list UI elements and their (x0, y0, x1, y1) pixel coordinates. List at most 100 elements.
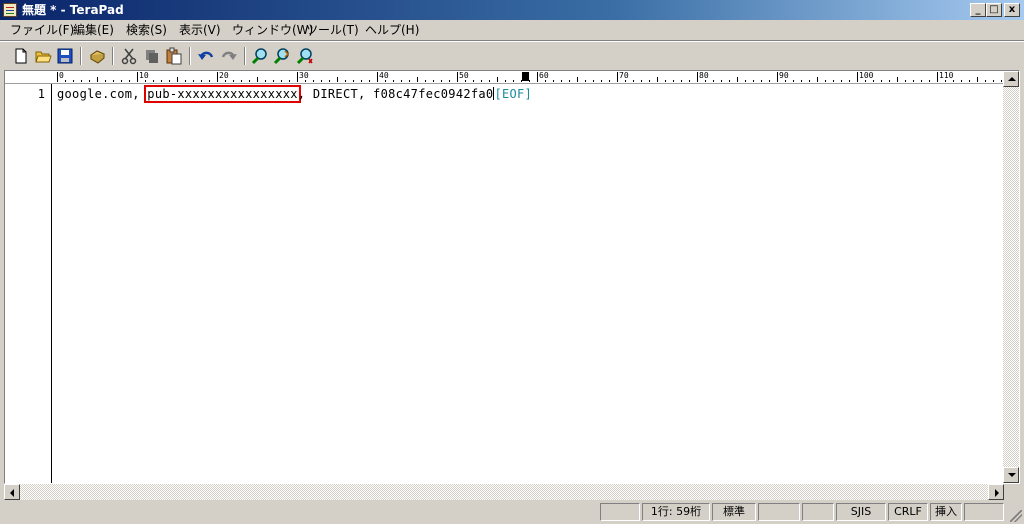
status-pane-empty (600, 503, 640, 521)
ruler-tick (241, 80, 242, 82)
column-ruler: 0 10 20 30 40 50 60 70 80 90 100 110 (5, 71, 1003, 84)
ruler-tick (945, 80, 946, 82)
ruler-label: 110 (939, 71, 954, 80)
ruler-tick (145, 80, 146, 82)
ruler-tick (545, 80, 546, 82)
ruler-tick (601, 80, 602, 82)
ruler-tick (921, 80, 922, 82)
ruler-tick (353, 80, 354, 82)
status-encoding[interactable]: SJIS (836, 503, 886, 521)
ruler-tick (985, 80, 986, 82)
menu-file[interactable]: ファイル(F) (10, 23, 74, 38)
ruler-tick (529, 80, 530, 82)
text-segment: google.com, (57, 87, 148, 101)
ruler-tick (105, 80, 106, 82)
ruler-tick (305, 80, 306, 82)
menu-help[interactable]: ヘルプ(H) (365, 23, 419, 38)
ruler-tick (913, 80, 914, 82)
ruler-cursor-marker (522, 72, 529, 81)
ruler-tick (113, 80, 114, 82)
ruler-label: 100 (859, 71, 874, 80)
scroll-right-button[interactable] (988, 484, 1004, 500)
ruler-tick (185, 80, 186, 82)
ruler-tick (793, 80, 794, 82)
ruler-tick (137, 72, 138, 82)
copy-icon[interactable] (143, 47, 161, 65)
ruler-tick (257, 77, 258, 82)
title-bar[interactable]: 無題 * - TeraPad _ □ x (0, 0, 1024, 20)
print-icon[interactable] (88, 47, 106, 65)
ruler-label: 90 (779, 71, 789, 80)
ruler-tick (289, 80, 290, 82)
menu-window[interactable]: ウィンドウ(W) (232, 23, 313, 38)
redo-icon[interactable] (220, 47, 238, 65)
toolbar-separator (80, 47, 82, 65)
open-folder-icon[interactable] (34, 47, 52, 65)
ruler-tick (705, 80, 706, 82)
find-icon[interactable] (251, 47, 269, 65)
ruler-tick (745, 80, 746, 82)
ruler-tick (929, 80, 930, 82)
scroll-up-button[interactable] (1003, 71, 1019, 87)
ruler-tick (761, 80, 762, 82)
minimize-button[interactable]: _ (970, 3, 986, 17)
ruler-tick (721, 80, 722, 82)
ruler-tick (449, 80, 450, 82)
ruler-label: 60 (539, 71, 549, 80)
status-insert-mode[interactable]: 挿入 (930, 503, 962, 521)
ruler-tick (617, 72, 618, 82)
ruler-tick (177, 77, 178, 82)
text-editor[interactable]: google.com, pub-xxxxxxxxxxxxxxxx, DIRECT… (57, 85, 532, 103)
ruler-tick (65, 80, 66, 82)
terapad-app-icon[interactable] (3, 3, 17, 17)
ruler-tick (633, 80, 634, 82)
menu-view[interactable]: 表示(V) (179, 23, 221, 38)
ruler-tick (97, 77, 98, 82)
ruler-tick (281, 80, 282, 82)
ruler-tick (193, 80, 194, 82)
status-pane-empty (964, 503, 1004, 521)
cut-icon[interactable] (120, 47, 138, 65)
status-line-ending[interactable]: CRLF (888, 503, 928, 521)
ruler-tick (889, 80, 890, 82)
scroll-left-button[interactable] (4, 484, 20, 500)
replace-icon[interactable] (296, 47, 314, 65)
ruler-tick (401, 80, 402, 82)
ruler-tick (897, 77, 898, 82)
ruler-tick (433, 80, 434, 82)
close-button[interactable]: x (1004, 3, 1020, 17)
menu-search[interactable]: 検索(S) (126, 23, 167, 38)
ruler-tick (409, 80, 410, 82)
ruler-tick (497, 77, 498, 82)
resize-grip-icon[interactable] (1010, 510, 1022, 522)
ruler-label: 0 (59, 71, 64, 80)
menu-tools[interactable]: ツール(T) (306, 23, 359, 38)
maximize-button[interactable]: □ (986, 3, 1002, 17)
line-number: 1 (37, 87, 45, 101)
ruler-tick (561, 80, 562, 82)
ruler-tick (569, 80, 570, 82)
save-icon[interactable] (56, 47, 74, 65)
ruler-tick (169, 80, 170, 82)
vertical-scrollbar[interactable] (1003, 71, 1019, 483)
ruler-tick (225, 80, 226, 82)
new-file-icon[interactable] (12, 47, 30, 65)
undo-icon[interactable] (197, 47, 215, 65)
terapad-window: 無題 * - TeraPad _ □ x ファイル(F) 編集(E) 検索(S)… (0, 0, 1024, 524)
menu-edit[interactable]: 編集(E) (73, 23, 114, 38)
text-segment: , DIRECT, f08c47fec0942fa0 (297, 87, 494, 101)
ruler-label: 40 (379, 71, 389, 80)
status-mode: 標準 (712, 503, 756, 521)
ruler-tick (977, 77, 978, 82)
ruler-tick (825, 80, 826, 82)
arrow-up-icon (1008, 77, 1016, 81)
ruler-tick (769, 80, 770, 82)
paste-icon[interactable] (165, 47, 183, 65)
scroll-down-button[interactable] (1003, 467, 1019, 483)
ruler-tick (753, 80, 754, 82)
horizontal-scrollbar[interactable] (4, 484, 1004, 500)
find-next-icon[interactable] (273, 47, 291, 65)
status-bar: 1行: 59桁 標準 SJIS CRLF 挿入 (0, 502, 1024, 524)
ruler-tick (217, 72, 218, 82)
ruler-tick (321, 80, 322, 82)
